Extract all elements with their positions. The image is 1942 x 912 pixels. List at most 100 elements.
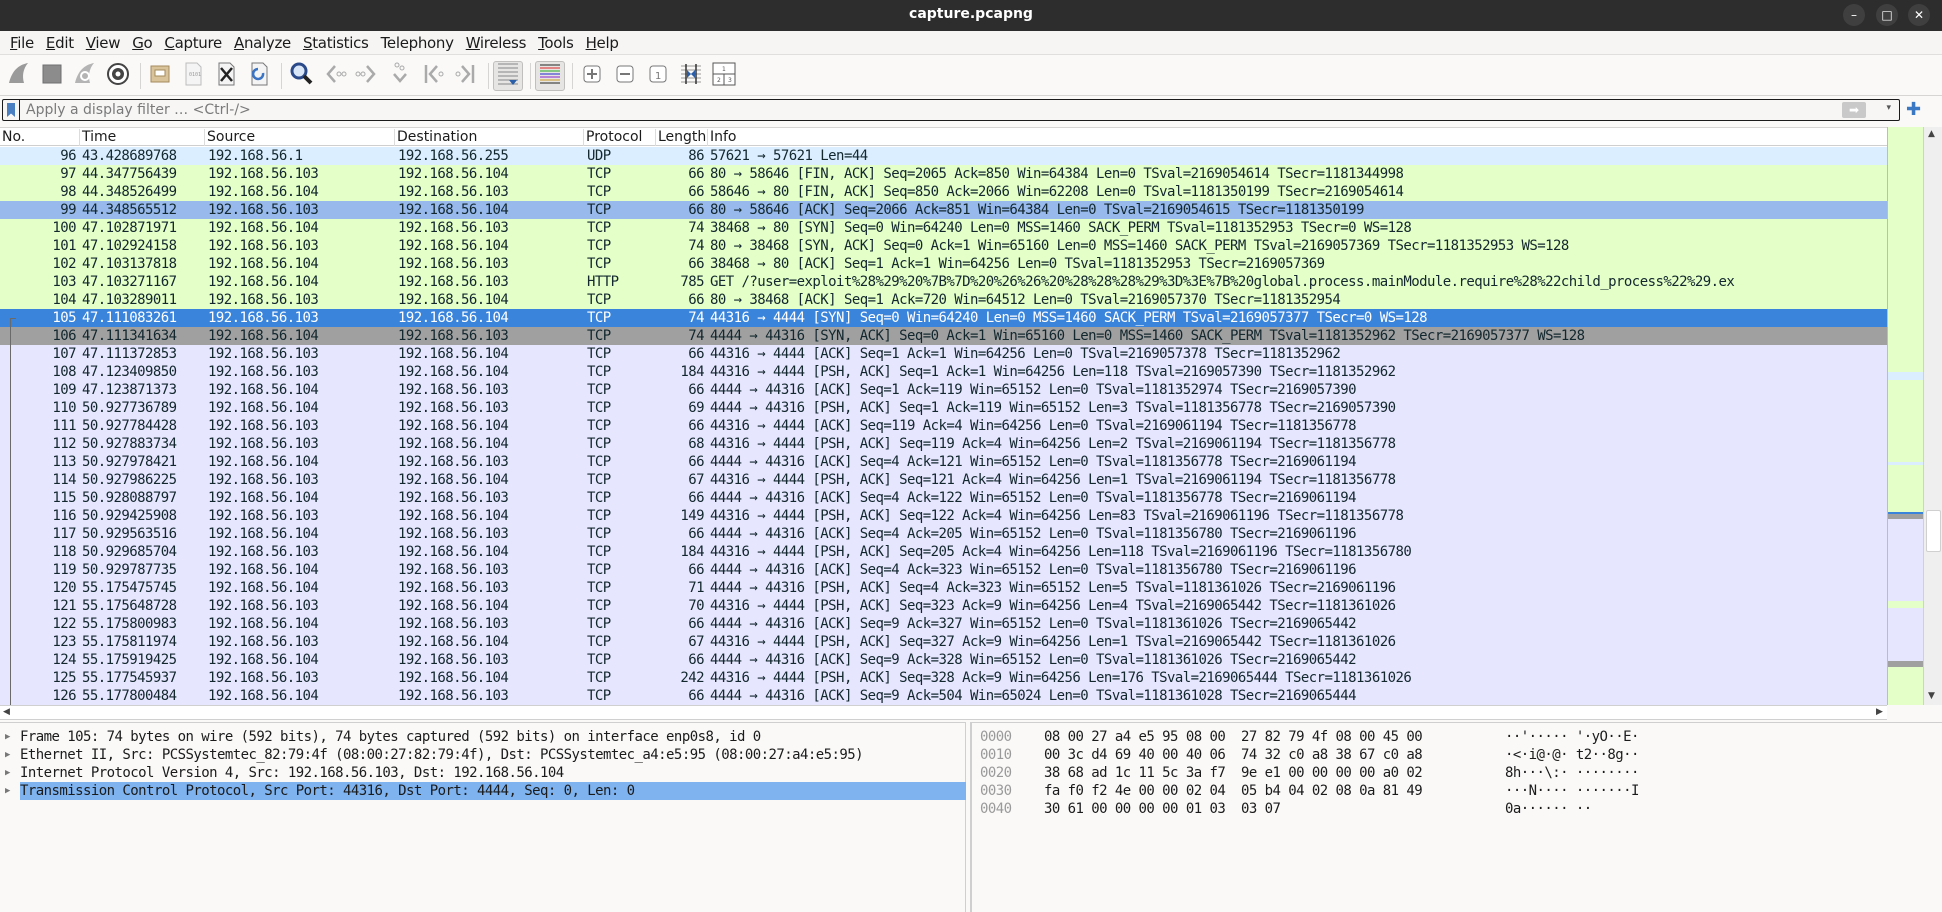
- expand-arrow-icon[interactable]: ▶: [5, 728, 10, 746]
- packet-row[interactable]: 114 50.927986225 192.168.56.103 192.168.56.…: [0, 471, 1887, 489]
- minimize-button[interactable]: –: [1843, 4, 1865, 26]
- packet-row[interactable]: 111 50.927784428 192.168.56.103 192.168.56.…: [0, 417, 1887, 435]
- normal-size-button[interactable]: 1: [643, 61, 673, 91]
- find-packet-button[interactable]: [286, 61, 316, 91]
- menu-wireless[interactable]: Wireless: [460, 34, 532, 52]
- menu-telephony[interactable]: Telephony: [375, 34, 460, 52]
- packet-row[interactable]: 126 55.177800484 192.168.56.104 192.168.56.…: [0, 687, 1887, 705]
- zoom-out-button[interactable]: [610, 61, 640, 91]
- column-header-info[interactable]: Info: [708, 129, 1887, 146]
- menu-statistics[interactable]: Statistics: [297, 34, 375, 52]
- bookmark-icon[interactable]: [7, 103, 15, 117]
- packet-row[interactable]: 113 50.927978421 192.168.56.104 192.168.56.…: [0, 453, 1887, 471]
- packet-row[interactable]: 99 44.348565512 192.168.56.103 192.168.56.1…: [0, 201, 1887, 219]
- start-capture-button[interactable]: [4, 61, 34, 91]
- packet-row[interactable]: 109 47.123871373 192.168.56.104 192.168.56.…: [0, 381, 1887, 399]
- display-filter-input[interactable]: Apply a display filter … <Ctrl-/> ➡ ▾: [2, 99, 1900, 121]
- restart-capture-button[interactable]: [70, 61, 100, 91]
- menu-analyze[interactable]: Analyze: [228, 34, 297, 52]
- packet-row[interactable]: 125 55.177545937 192.168.56.103 192.168.56.…: [0, 669, 1887, 687]
- packet-row[interactable]: 98 44.348526499 192.168.56.104 192.168.56.1…: [0, 183, 1887, 201]
- packet-row[interactable]: 119 50.929787735 192.168.56.104 192.168.56.…: [0, 561, 1887, 579]
- packet-row[interactable]: 123 55.175811974 192.168.56.103 192.168.56.…: [0, 633, 1887, 651]
- autoscroll-button[interactable]: [493, 60, 523, 91]
- detail-tree-item[interactable]: ▶ Frame 105: 74 bytes on wire (592 bits),…: [0, 728, 966, 746]
- stop-capture-button[interactable]: [37, 61, 67, 91]
- menu-capture[interactable]: Capture: [158, 34, 228, 52]
- resize-columns-button[interactable]: [676, 61, 706, 91]
- packet-row[interactable]: 120 55.175475745 192.168.56.104 192.168.56.…: [0, 579, 1887, 597]
- column-header-length[interactable]: Length: [656, 129, 708, 146]
- expand-arrow-icon[interactable]: ▶: [5, 782, 10, 800]
- packet-list[interactable]: No. Time Source Destination Protocol Len…: [0, 127, 1887, 705]
- colorize-button[interactable]: [535, 60, 565, 91]
- go-forward-button[interactable]: [352, 61, 382, 91]
- packet-row[interactable]: 103 47.103271167 192.168.56.104 192.168.56.…: [0, 273, 1887, 291]
- packet-list-hscrollbar[interactable]: ◀ ▶: [0, 705, 1887, 720]
- menu-view[interactable]: View: [80, 34, 126, 52]
- packet-row[interactable]: 96 43.428689768 192.168.56.1 192.168.56.255…: [0, 147, 1887, 165]
- close-button[interactable]: ✕: [1908, 4, 1930, 26]
- packet-row[interactable]: 108 47.123409850 192.168.56.103 192.168.56.…: [0, 363, 1887, 381]
- column-header-no[interactable]: No.: [0, 129, 80, 146]
- packet-row[interactable]: 107 47.111372853 192.168.56.103 192.168.56.…: [0, 345, 1887, 363]
- scrollbar-thumb[interactable]: [1926, 510, 1941, 552]
- close-file-button[interactable]: [211, 61, 241, 91]
- menu-edit[interactable]: Edit: [40, 34, 80, 52]
- column-header-source[interactable]: Source: [205, 129, 395, 146]
- packet-row[interactable]: 121 55.175648728 192.168.56.103 192.168.56.…: [0, 597, 1887, 615]
- apply-filter-button[interactable]: ➡: [1842, 102, 1866, 118]
- packet-row[interactable]: 110 50.927736789 192.168.56.104 192.168.56.…: [0, 399, 1887, 417]
- packet-row[interactable]: 112 50.927883734 192.168.56.103 192.168.56.…: [0, 435, 1887, 453]
- menu-help[interactable]: Help: [580, 34, 625, 52]
- reload-file-button[interactable]: [244, 61, 274, 91]
- go-to-packet-button[interactable]: [385, 61, 415, 91]
- expand-arrow-icon[interactable]: ▶: [5, 746, 10, 764]
- packet-row[interactable]: 106 47.111341634 192.168.56.104 192.168.56.…: [0, 327, 1887, 345]
- go-first-button[interactable]: [418, 61, 448, 91]
- packet-minimap[interactable]: [1887, 127, 1924, 705]
- packet-row[interactable]: 118 50.929685704 192.168.56.103 192.168.56.…: [0, 543, 1887, 561]
- packet-row[interactable]: 101 47.102924158 192.168.56.103 192.168.56.…: [0, 237, 1887, 255]
- filter-history-dropdown[interactable]: ▾: [1886, 103, 1891, 113]
- packet-row[interactable]: 124 55.175919425 192.168.56.104 192.168.56.…: [0, 651, 1887, 669]
- packet-row[interactable]: 116 50.929425908 192.168.56.103 192.168.56.…: [0, 507, 1887, 525]
- open-file-button[interactable]: [145, 61, 175, 91]
- packet-row[interactable]: 122 55.175800983 192.168.56.104 192.168.56.…: [0, 615, 1887, 633]
- go-back-button[interactable]: [319, 61, 349, 91]
- column-header-time[interactable]: Time: [80, 129, 205, 146]
- packet-row[interactable]: 102 47.103137818 192.168.56.104 192.168.56.…: [0, 255, 1887, 273]
- packet-row[interactable]: 104 47.103289011 192.168.56.103 192.168.56.…: [0, 291, 1887, 309]
- detail-tree-item[interactable]: ▶ Transmission Control Protocol, Src Port…: [0, 782, 966, 800]
- detail-tree-item[interactable]: ▶ Ethernet II, Src: PCSSystemtec_82:79:4f…: [0, 746, 966, 764]
- scroll-left-icon[interactable]: ◀: [3, 707, 10, 717]
- column-header-protocol[interactable]: Protocol: [584, 129, 656, 146]
- menu-go[interactable]: Go: [126, 34, 158, 52]
- capture-options-button[interactable]: [103, 61, 133, 91]
- packet-row[interactable]: 100 47.102871971 192.168.56.104 192.168.56.…: [0, 219, 1887, 237]
- zoom-in-button[interactable]: [577, 61, 607, 91]
- packet-details-pane[interactable]: ▶ Frame 105: 74 bytes on wire (592 bits),…: [0, 722, 966, 912]
- column-header-destination[interactable]: Destination: [395, 129, 584, 146]
- packet-length: 66: [688, 346, 704, 362]
- maximize-button[interactable]: □: [1876, 4, 1898, 26]
- packet-row[interactable]: 97 44.347756439 192.168.56.103 192.168.56.1…: [0, 165, 1887, 183]
- go-last-button[interactable]: [451, 61, 481, 91]
- menu-tools[interactable]: Tools: [532, 34, 579, 52]
- packet-row[interactable]: 105 47.111083261 192.168.56.103 192.168.56.…: [0, 309, 1887, 327]
- detail-tree-item[interactable]: ▶ Internet Protocol Version 4, Src: 192.1…: [0, 764, 966, 782]
- add-filter-button[interactable]: ✚: [1906, 100, 1921, 120]
- save-file-button[interactable]: 0101: [178, 61, 208, 91]
- menu-file[interactable]: File: [4, 34, 40, 52]
- packet-list-vscrollbar[interactable]: ▲ ▼: [1923, 127, 1942, 705]
- packet-row[interactable]: 115 50.928088797 192.168.56.104 192.168.56.…: [0, 489, 1887, 507]
- scroll-down-icon[interactable]: ▼: [1928, 691, 1935, 701]
- packet-bytes-pane[interactable]: 0000 08 00 27 a4 e5 95 08 00 27 82 79 4f …: [970, 722, 1942, 912]
- layout-button[interactable]: 123: [709, 61, 739, 91]
- packet-source: 192.168.56.104: [208, 688, 319, 704]
- scroll-right-icon[interactable]: ▶: [1876, 707, 1883, 717]
- expand-arrow-icon[interactable]: ▶: [5, 764, 10, 782]
- arrow-right-icon: [352, 59, 382, 93]
- packet-row[interactable]: 117 50.929563516 192.168.56.104 192.168.56.…: [0, 525, 1887, 543]
- scroll-up-icon[interactable]: ▲: [1928, 129, 1935, 139]
